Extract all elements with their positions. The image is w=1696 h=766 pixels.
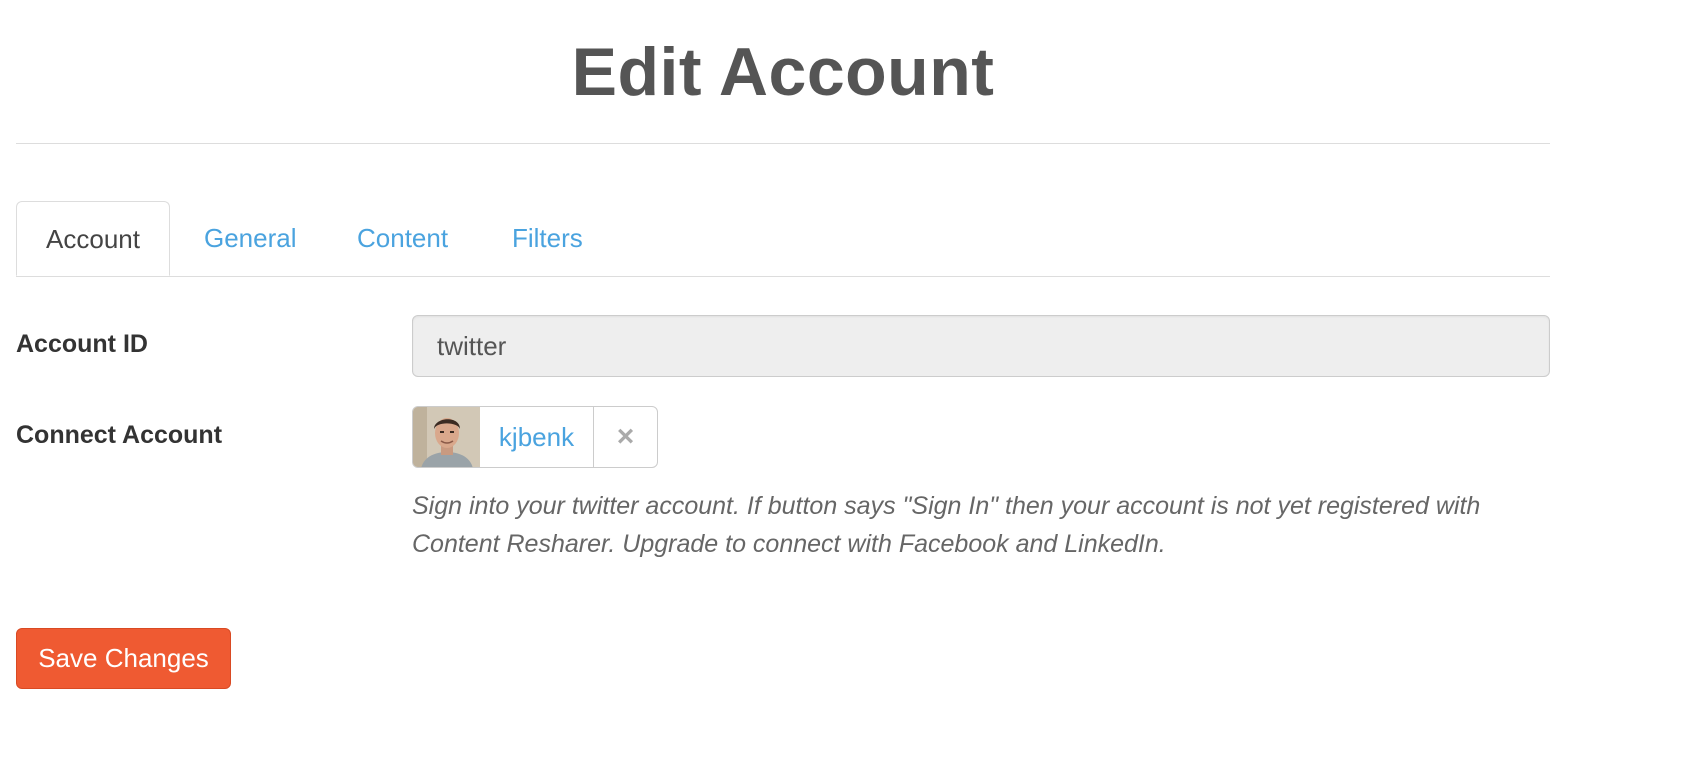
tab-general[interactable]: General (204, 201, 297, 276)
title-divider (16, 143, 1550, 144)
tab-filters[interactable]: Filters (512, 201, 583, 276)
account-id-label: Account ID (16, 330, 148, 358)
avatar (413, 407, 480, 467)
edit-account-page: Edit Account Account General Content Fil… (0, 0, 1696, 766)
account-id-input[interactable]: twitter (412, 315, 1550, 377)
connect-help-text: Sign into your twitter account. If butto… (412, 492, 1481, 558)
tab-account[interactable]: Account (16, 201, 170, 276)
tab-content[interactable]: Content (357, 201, 448, 276)
save-changes-button[interactable]: Save Changes (16, 628, 231, 689)
disconnect-button[interactable]: × (594, 407, 657, 467)
tab-bar: Account General Content Filters (16, 201, 1550, 277)
page-title: Edit Account (571, 34, 995, 110)
connected-username-link[interactable]: kjbenk (480, 407, 594, 467)
connected-account-group: kjbenk × (412, 406, 658, 468)
connect-account-label: Connect Account (16, 421, 223, 449)
close-icon: × (616, 420, 635, 453)
